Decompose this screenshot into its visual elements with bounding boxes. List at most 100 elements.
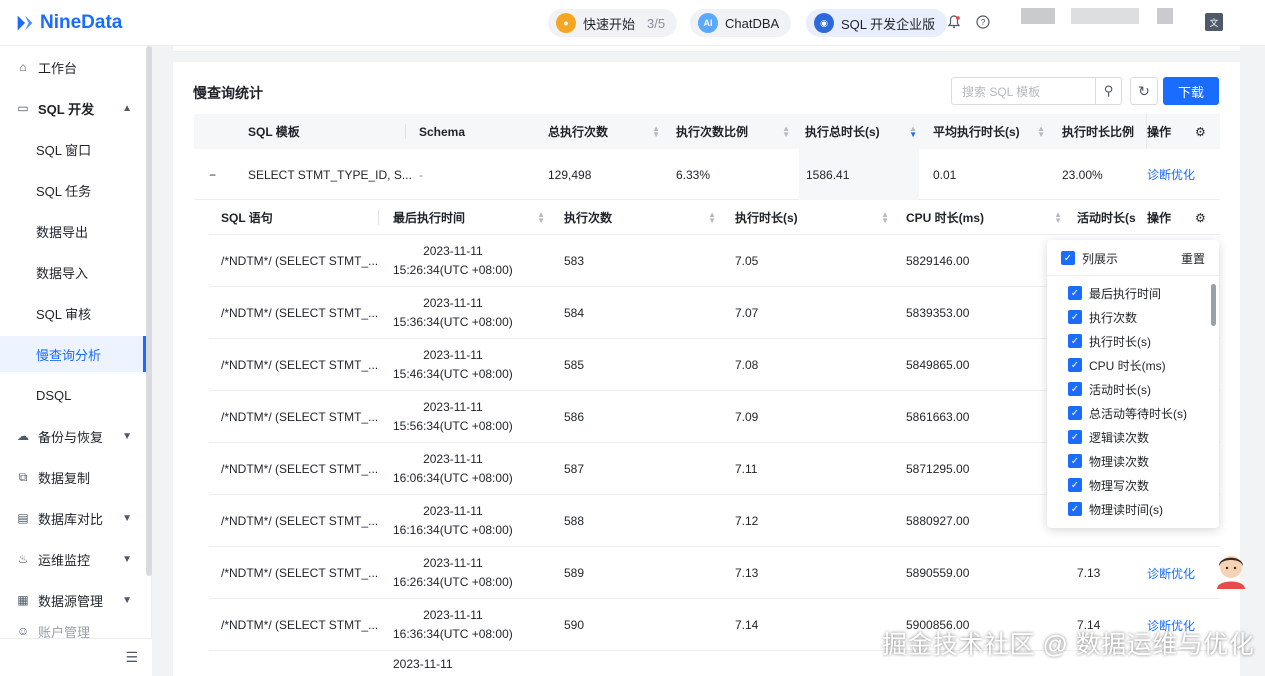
popup-scrollbar[interactable] xyxy=(1211,284,1216,326)
col-total-exec[interactable]: 总执行次数 ▲ ▼ xyxy=(548,114,668,149)
cell-time: 15:56:34(UTC +08:00) xyxy=(393,419,513,433)
col-sql-statement: SQL 语句 xyxy=(221,211,273,225)
cell-time: 15:26:34(UTC +08:00) xyxy=(393,263,513,277)
column-option[interactable]: ✓ 活动时长(s) xyxy=(1068,378,1151,400)
sort-icon: ▲ ▼ xyxy=(1037,123,1045,139)
cell-date: 2023-11-11 xyxy=(423,556,483,570)
diagnose-link[interactable]: 诊断优化 xyxy=(1147,547,1195,599)
column-option[interactable]: ✓ 物理写次数 xyxy=(1068,474,1149,496)
cell-count: 584 xyxy=(564,306,585,320)
chatdba-label: ChatDBA xyxy=(725,15,780,31)
sidebar-item-db-compare[interactable]: ▤ 数据库对比 ▼ xyxy=(0,500,146,536)
bell-icon[interactable] xyxy=(946,14,962,30)
collapse-row-icon[interactable]: − xyxy=(209,149,216,200)
quick-start-label: 快速开始 xyxy=(583,16,636,32)
column-option[interactable]: ✓ 总活动等待时长(s) xyxy=(1068,402,1187,424)
column-settings-popup: ✓ 列展示 重置 ✓ 最后执行时间 ✓ 执行次数 ✓ 执行时长(s) ✓ CPU 时长(… xyxy=(1047,240,1219,528)
col-avg-time[interactable]: 平均执行时长(s) ▲ ▼ xyxy=(933,114,1053,149)
settings-icon[interactable]: ⚙ xyxy=(1195,200,1206,235)
col-label: 总执行次数 xyxy=(548,125,609,139)
template-table-header: SQL 模板 Schema 总执行次数 ▲ ▼ 执行次数比例 ▲ ▼ 执行总时长(s) ▲… xyxy=(194,114,1220,149)
sidebar-item-label: SQL 窗口 xyxy=(36,142,92,158)
checkbox-checked-icon: ✓ xyxy=(1068,310,1082,324)
col-last-exec[interactable]: 最后执行时间 ▲ ▼ xyxy=(393,200,553,235)
help-icon[interactable]: ? xyxy=(975,14,991,30)
sort-icon: ▲ ▼ xyxy=(537,209,545,225)
download-button[interactable]: 下载 xyxy=(1163,77,1219,105)
cell-cpu: 5861663.00 xyxy=(906,410,970,424)
column-option[interactable]: ✓ 物理读时间(s) xyxy=(1068,498,1163,520)
column-option[interactable]: ✓ 执行时长(s) xyxy=(1068,330,1151,352)
col-exec-count[interactable]: 执行次数 ▲ ▼ xyxy=(564,200,724,235)
quick-start-progress: 3/5 xyxy=(647,15,666,31)
search-icon[interactable]: ⚲ xyxy=(1095,78,1121,104)
sort-icon: ▲ ▼ xyxy=(652,123,660,139)
sidebar-item-label: 备份与恢复 xyxy=(38,429,104,445)
column-option[interactable]: ✓ 执行次数 xyxy=(1068,306,1137,328)
column-option-label: 总活动等待时长(s) xyxy=(1089,406,1187,421)
user-avatar-blurred[interactable] xyxy=(1021,8,1055,24)
table-row[interactable]: − SELECT STMT_TYPE_ID, S... - 129,498 6.… xyxy=(194,149,1220,200)
sidebar-item-slow-query[interactable]: 慢查询分析 xyxy=(0,336,146,372)
sidebar-item-account[interactable]: ☺ 账户管理 xyxy=(0,623,146,639)
cell-duration: 7.09 xyxy=(735,410,759,424)
sidebar-item-dsql[interactable]: DSQL xyxy=(0,377,146,413)
cell-time: 16:16:34(UTC +08:00) xyxy=(393,523,513,537)
quick-start-icon: ● xyxy=(556,13,576,33)
table-row[interactable]: /*NDTM*/ (SELECT STMT_... 2023-11-11 16:2… xyxy=(209,547,1220,599)
language-icon[interactable]: 文 xyxy=(1205,13,1223,31)
sidebar-scrollbar[interactable] xyxy=(146,46,152,576)
cell-last-exec: 2023-11-11 15:36:34(UTC +08:00) xyxy=(393,287,513,339)
cell-sql: /*NDTM*/ (SELECT STMT_... xyxy=(221,254,379,268)
sort-icon: ▲ ▼ xyxy=(881,209,889,225)
sidebar-item-datasource[interactable]: ▦ 数据源管理 ▼ xyxy=(0,582,146,618)
col-total-time[interactable]: 执行总时长(s) ▲ ▼ xyxy=(805,114,925,149)
datasource-icon: ▦ xyxy=(17,593,29,607)
user-name-blurred xyxy=(1071,8,1139,24)
collapse-sidebar-button[interactable]: ☰ xyxy=(0,638,152,676)
column-option[interactable]: ✓ 物理读次数 xyxy=(1068,450,1149,472)
page-title: 慢查询统计 xyxy=(193,85,263,101)
col-action: 操作 xyxy=(1147,211,1172,225)
chatdba-button[interactable]: AI ChatDBA xyxy=(690,9,792,37)
column-option[interactable]: ✓ 最后执行时间 xyxy=(1068,282,1161,304)
edition-button[interactable]: ◉ SQL 开发企业版 xyxy=(806,9,948,37)
sidebar-item-sql-dev[interactable]: ▭ SQL 开发 ▲ xyxy=(0,90,146,126)
col-exec-duration[interactable]: 执行时长(s) ▲ ▼ xyxy=(735,200,897,235)
col-time-ratio[interactable]: 执行时长比例 xyxy=(1062,114,1144,149)
column-option-label: 活动时长(s) xyxy=(1089,382,1151,397)
settings-icon[interactable]: ⚙ xyxy=(1195,114,1206,149)
sidebar-item-backup[interactable]: ☁ 备份与恢复 ▼ xyxy=(0,418,146,454)
col-active-time[interactable]: 活动时长(s xyxy=(1077,200,1147,235)
statement-table-header: SQL 语句 最后执行时间 ▲ ▼ 执行次数 ▲ ▼ 执行时长(s) ▲ ▼ CPU 时长(… xyxy=(209,200,1220,235)
sidebar-item-replication[interactable]: ⧉ 数据复制 xyxy=(0,459,146,495)
column-option[interactable]: ✓ CPU 时长(ms) xyxy=(1068,354,1166,376)
quick-start-button[interactable]: ● 快速开始 3/5 xyxy=(548,9,678,37)
sidebar-item-data-import[interactable]: 数据导入 xyxy=(0,254,146,290)
diagnose-link[interactable]: 诊断优化 xyxy=(1147,149,1195,200)
sidebar-item-label: 数据库对比 xyxy=(38,511,104,527)
sidebar-item-workbench[interactable]: ⌂ 工作台 xyxy=(0,49,146,85)
col-exec-ratio[interactable]: 执行次数比例 ▲ ▼ xyxy=(676,114,798,149)
column-option[interactable]: ✓ 逻辑读次数 xyxy=(1068,426,1149,448)
sidebar-item-sql-task[interactable]: SQL 任务 xyxy=(0,172,146,208)
col-cpu-time[interactable]: CPU 时长(ms) ▲ ▼ xyxy=(906,200,1070,235)
logo[interactable]: NineData xyxy=(14,12,122,34)
search-input[interactable]: 搜索 SQL 模板 ⚲ xyxy=(951,77,1122,105)
support-avatar-icon[interactable] xyxy=(1213,551,1249,589)
cell-cpu: 5890559.00 xyxy=(906,566,970,580)
checkbox-checked-icon: ✓ xyxy=(1068,478,1082,492)
cell-sql: /*NDTM*/ (SELECT STMT_... xyxy=(221,618,379,632)
sidebar-item-monitoring[interactable]: ♨ 运维监控 ▼ xyxy=(0,541,146,577)
sidebar-item-data-export[interactable]: 数据导出 xyxy=(0,213,146,249)
refresh-button[interactable]: ↻ xyxy=(1130,77,1158,105)
cell-date: 2023-11-11 xyxy=(423,608,483,622)
sidebar-item-sql-review[interactable]: SQL 审核 xyxy=(0,295,146,331)
sidebar-item-sql-window[interactable]: SQL 窗口 xyxy=(0,131,146,167)
toggle-all-columns[interactable]: ✓ 列展示 xyxy=(1061,247,1118,269)
logo-text: NineData xyxy=(40,11,123,33)
checkbox-checked-icon: ✓ xyxy=(1068,358,1082,372)
col-label: 操作 xyxy=(1147,125,1172,139)
reset-columns-link[interactable]: 重置 xyxy=(1181,247,1205,269)
cell-duration: 7.14 xyxy=(735,618,759,632)
